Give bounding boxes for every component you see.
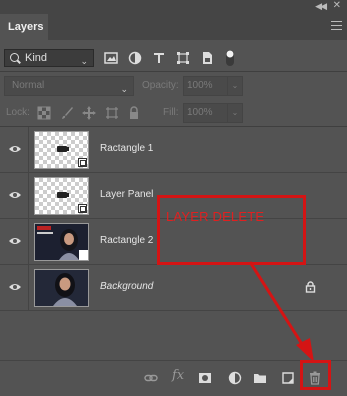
panel-tab-bar	[0, 14, 347, 40]
fill-dropdown-button[interactable]: ⌄	[227, 103, 243, 123]
portrait-thumbnail-image	[35, 270, 88, 306]
tab-layers[interactable]: Layers	[0, 14, 48, 40]
shape-filter-icon[interactable]	[176, 51, 190, 65]
kind-filter-label: Kind	[25, 52, 48, 64]
opacity-label: Opacity:	[142, 80, 179, 91]
layers-footer-toolbar: fx	[0, 360, 347, 396]
layer-name[interactable]: Ractangle 1	[100, 143, 153, 154]
divider	[0, 71, 347, 72]
layer-thumbnail	[34, 131, 89, 169]
collapse-panel-icon[interactable]: ◀◀	[315, 1, 327, 12]
add-mask-icon[interactable]	[198, 371, 212, 385]
panel-top-strip	[0, 0, 347, 14]
divider	[28, 219, 29, 265]
annotation-label: LAYER DELETE	[166, 209, 265, 224]
type-filter-icon[interactable]	[152, 51, 166, 65]
fill-label: Fill:	[163, 107, 179, 118]
layer-thumbnail	[34, 177, 89, 215]
blend-mode-value: Normal	[12, 80, 45, 91]
folder-icon[interactable]	[253, 371, 267, 385]
divider	[28, 173, 29, 219]
blend-row: Normal ⌄ Opacity: 100% ⌄	[0, 76, 347, 102]
layer-lock-icon	[305, 281, 316, 293]
visibility-eye-icon[interactable]	[8, 236, 22, 246]
chevron-down-icon: ⌄	[120, 84, 128, 94]
smart-object-badge-icon	[78, 204, 87, 213]
layer-name[interactable]: Layer Panel	[100, 189, 153, 200]
smart-object-filter-icon[interactable]	[200, 51, 214, 65]
lock-artboard-icon[interactable]	[105, 106, 119, 120]
kind-filter-select[interactable]: Kind ⌄	[4, 49, 94, 67]
layer-row[interactable]: Ractangle 1	[0, 127, 347, 173]
image-filter-icon[interactable]	[104, 51, 118, 65]
blend-mode-select[interactable]: Normal ⌄	[4, 76, 134, 96]
adjustment-layer-icon[interactable]	[228, 371, 242, 385]
lock-all-icon[interactable]	[127, 106, 141, 120]
lock-transparent-pixels-icon[interactable]	[37, 106, 51, 120]
fx-icon[interactable]: fx	[172, 368, 186, 383]
close-panel-icon[interactable]: ✕	[333, 0, 341, 11]
search-icon	[10, 53, 19, 62]
visibility-eye-icon[interactable]	[8, 282, 22, 292]
fill-field[interactable]: 100%	[183, 103, 228, 123]
new-layer-icon[interactable]	[281, 371, 295, 385]
annotation-box	[157, 195, 306, 265]
camera-icon	[57, 146, 69, 152]
smart-object-badge-icon	[78, 158, 87, 167]
layer-row[interactable]: Background	[0, 265, 347, 311]
chevron-down-icon: ⌄	[80, 56, 88, 66]
visibility-eye-icon[interactable]	[8, 144, 22, 154]
filter-row: Kind ⌄	[0, 40, 347, 70]
link-icon[interactable]	[144, 371, 158, 385]
opacity-dropdown-button[interactable]: ⌄	[227, 76, 243, 96]
opacity-field[interactable]: 100%	[183, 76, 228, 96]
layer-thumbnail	[34, 269, 89, 307]
portrait-thumbnail-image	[35, 224, 88, 260]
divider	[28, 127, 29, 173]
filter-toggle-icon[interactable]	[223, 49, 237, 67]
layer-name[interactable]: Background	[100, 281, 153, 292]
lock-label: Lock:	[6, 107, 30, 118]
divider	[28, 265, 29, 311]
visibility-eye-icon[interactable]	[8, 190, 22, 200]
panel-menu-icon[interactable]	[331, 21, 342, 30]
trash-highlight-box	[300, 360, 331, 390]
lock-image-pixels-icon[interactable]	[60, 106, 74, 120]
camera-icon	[57, 192, 69, 198]
layer-name[interactable]: Ractangle 2	[100, 235, 153, 246]
lock-position-icon[interactable]	[82, 106, 96, 120]
adjustment-filter-icon[interactable]	[128, 51, 142, 65]
layer-thumbnail	[34, 223, 89, 261]
